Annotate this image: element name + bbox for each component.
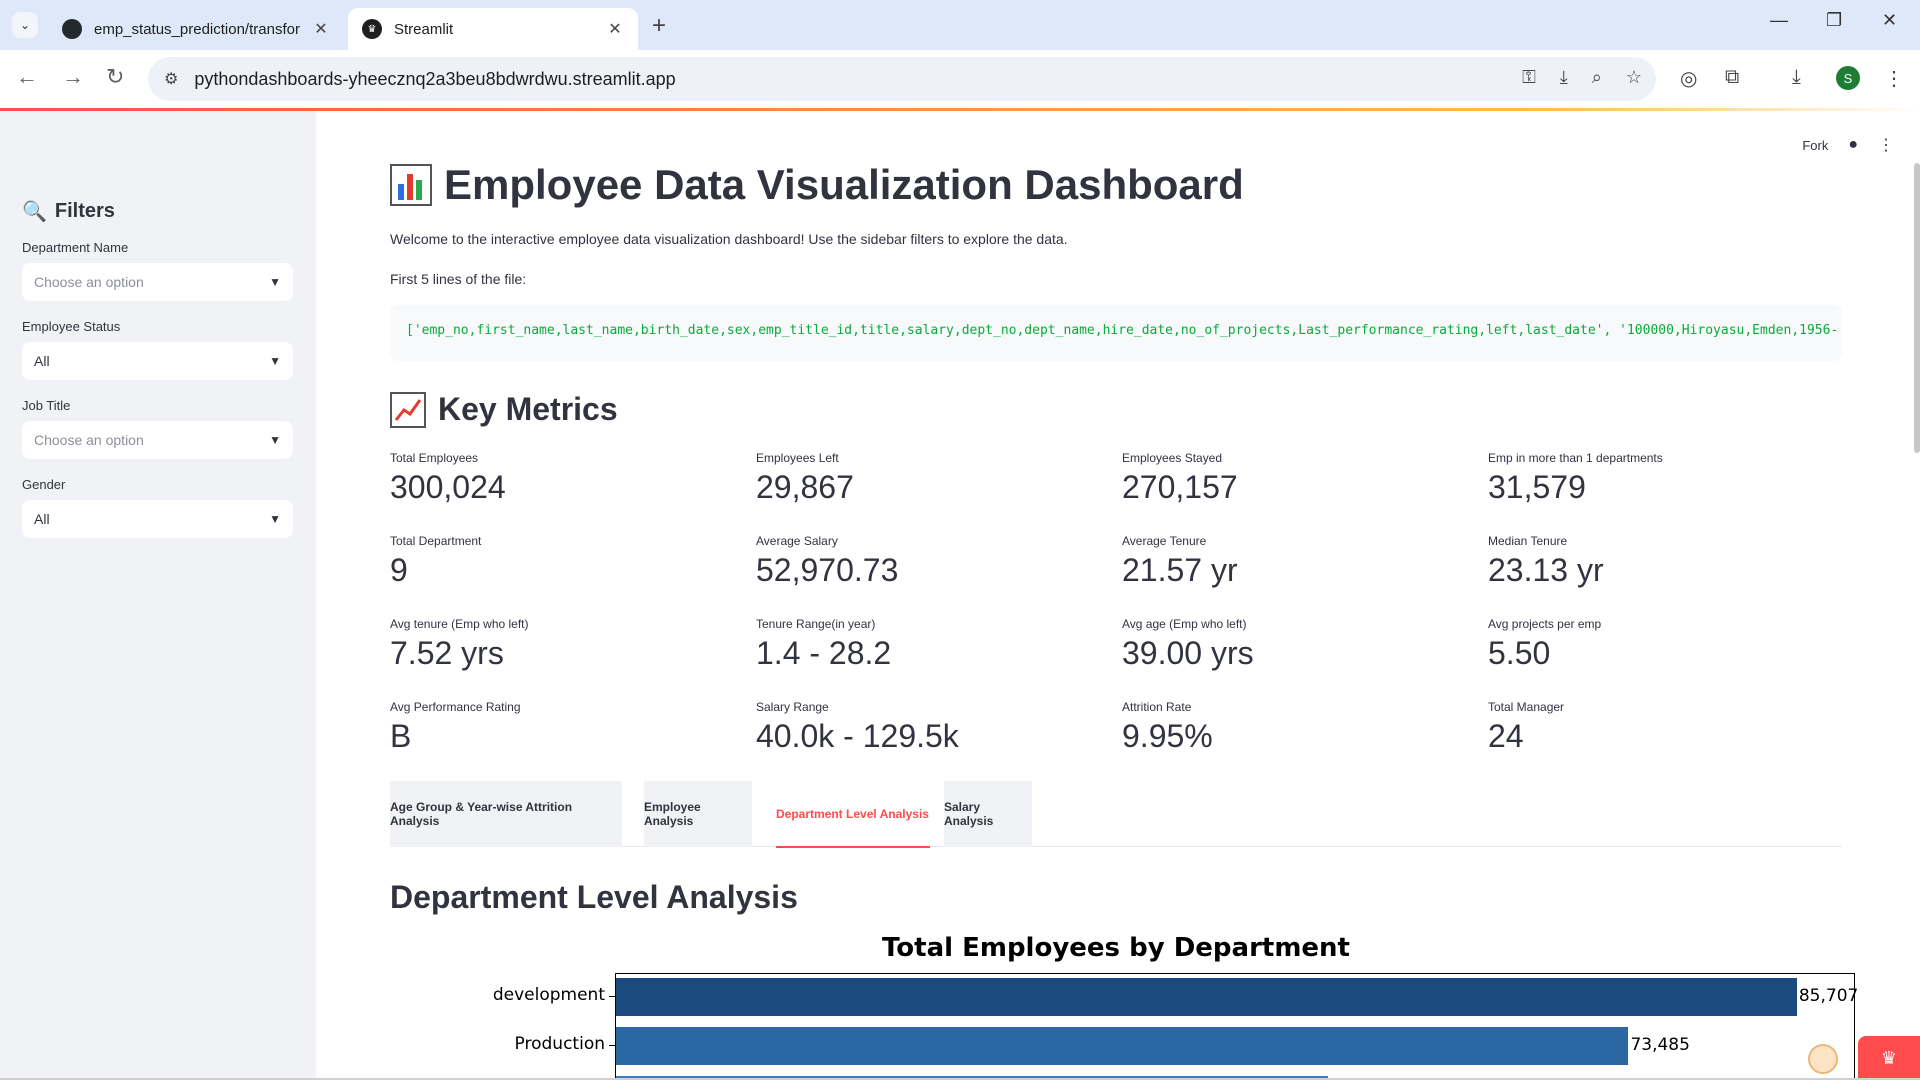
- page-scrollbar[interactable]: [1914, 163, 1920, 453]
- tab-title: Streamlit: [394, 20, 454, 38]
- job-title-filter-label: Job Title: [22, 398, 71, 413]
- downloads-icon[interactable]: ⤓: [1792, 66, 1801, 89]
- main-content: Fork ● ⋮ Employee Data Visualization Das…: [316, 111, 1920, 1080]
- category-tick-label: development: [492, 985, 605, 1005]
- fork-button[interactable]: Fork: [1802, 138, 1828, 153]
- metric-tenure-range: Tenure Range(in year) 1.4 - 28.2: [756, 617, 892, 671]
- line-chart-emoji-icon: [390, 391, 426, 428]
- extensions-puzzle-icon[interactable]: ⧉: [1725, 66, 1739, 89]
- metric-employees-left: Employees Left 29,867: [756, 451, 854, 505]
- page-title: Employee Data Visualization Dashboard: [390, 161, 1244, 209]
- browser-menu-icon[interactable]: ⋮: [1884, 66, 1904, 91]
- gender-select[interactable]: All ▼: [22, 500, 293, 538]
- tab-employee-analysis[interactable]: Employee Analysis: [644, 781, 752, 847]
- metric-total-employees: Total Employees 300,024: [390, 451, 506, 505]
- chevron-down-icon: ▼: [269, 275, 281, 289]
- chat-bubble-icon[interactable]: [1808, 1044, 1838, 1074]
- section-title: Department Level Analysis: [390, 879, 798, 915]
- metric-avg-age-left: Avg age (Emp who left) 39.00 yrs: [1122, 617, 1254, 671]
- close-tab-icon[interactable]: ✕: [312, 19, 330, 39]
- metric-average-tenure: Average Tenure 21.57 yr: [1122, 534, 1238, 588]
- chart-bar: [616, 978, 1797, 1016]
- github-favicon-icon: [62, 19, 82, 39]
- chart-title: Total Employees by Department: [882, 933, 1350, 963]
- app-toolbar: Fork ● ⋮: [1802, 135, 1894, 155]
- sidebar: 🔍 Filters Department Name Choose an opti…: [0, 111, 316, 1080]
- browser-tab-bar: ⌄ emp_status_prediction/transfor ✕ ♛ Str…: [0, 0, 1920, 50]
- code-block: ['emp_no,first_name,last_name,birth_date…: [390, 305, 1842, 361]
- window-close-icon[interactable]: ✕: [1882, 10, 1897, 31]
- restore-icon[interactable]: ❐: [1826, 10, 1842, 31]
- chevron-down-icon: ▼: [269, 512, 281, 526]
- magnifier-icon: 🔍: [22, 201, 47, 223]
- metric-avg-performance: Avg Performance Rating B: [390, 700, 521, 754]
- intro-text: Welcome to the interactive employee data…: [390, 231, 1068, 247]
- app-menu-icon[interactable]: ⋮: [1878, 135, 1894, 155]
- metric-avg-tenure-left: Avg tenure (Emp who left) 7.52 yrs: [390, 617, 529, 671]
- metric-total-manager: Total Manager 24: [1488, 700, 1565, 754]
- reload-icon[interactable]: ↻: [106, 64, 124, 90]
- browser-tab-streamlit[interactable]: ♛ Streamlit ✕: [348, 8, 638, 50]
- streamlit-favicon-icon: ♛: [362, 19, 382, 39]
- streamlit-crown-icon[interactable]: ♛: [1858, 1036, 1920, 1080]
- password-key-icon[interactable]: ⚿: [1522, 67, 1536, 88]
- job-title-select[interactable]: Choose an option ▼: [22, 421, 293, 459]
- new-tab-icon[interactable]: +: [652, 12, 666, 40]
- analysis-tabs: Age Group & Year-wise Attrition Analysis…: [390, 781, 1842, 848]
- metric-avg-projects: Avg projects per emp 5.50: [1488, 617, 1602, 671]
- employee-status-filter-label: Employee Status: [22, 319, 121, 334]
- site-info-icon[interactable]: ⚙: [164, 69, 178, 89]
- bar-value-label: 73,485: [1630, 1035, 1690, 1055]
- back-icon[interactable]: ←: [16, 64, 38, 90]
- tab-salary-analysis[interactable]: Salary Analysis: [944, 781, 1032, 847]
- minimize-icon[interactable]: —: [1770, 10, 1788, 31]
- filters-heading: 🔍 Filters: [22, 200, 115, 223]
- gender-filter-label: Gender: [22, 477, 66, 492]
- metric-total-department: Total Department 9: [390, 534, 482, 588]
- extension-icon[interactable]: ◎: [1680, 66, 1697, 91]
- metric-employees-stayed: Employees Stayed 270,157: [1122, 451, 1238, 505]
- department-filter-label: Department Name: [22, 240, 129, 255]
- y-axis-tick: [609, 1045, 615, 1046]
- chart-plot-area: 85,707 73,485: [615, 973, 1859, 1080]
- metric-attrition-rate: Attrition Rate 9.95%: [1122, 700, 1213, 754]
- install-app-icon[interactable]: ⤓: [1560, 67, 1568, 88]
- chevron-down-icon: ▼: [269, 354, 281, 368]
- profile-avatar[interactable]: S: [1836, 66, 1860, 90]
- bar-chart-emoji-icon: [390, 164, 432, 206]
- category-tick-label: Production: [514, 1034, 605, 1054]
- bookmark-star-icon[interactable]: ☆: [1626, 67, 1642, 88]
- chevron-down-icon: ▼: [269, 433, 281, 447]
- zoom-icon[interactable]: ⌕: [1592, 67, 1602, 88]
- tab-title: emp_status_prediction/transfor: [94, 20, 300, 38]
- department-select[interactable]: Choose an option ▼: [22, 263, 293, 301]
- department-bar-chart: Total Employees by Department 85,707 73,4…: [390, 933, 1858, 1080]
- github-icon[interactable]: ●: [1848, 136, 1858, 154]
- metric-salary-range: Salary Range 40.0k - 129.5k: [756, 700, 959, 754]
- address-bar[interactable]: ⚙ pythondashboards-yheecznq2a3beu8bdwrdw…: [148, 57, 1656, 101]
- bar-value-label: 85,707: [1798, 986, 1859, 1006]
- employee-status-select[interactable]: All ▼: [22, 342, 293, 380]
- tab-age-group-attrition[interactable]: Age Group & Year-wise Attrition Analysis: [390, 781, 622, 847]
- browser-tab-github[interactable]: emp_status_prediction/transfor ✕: [48, 8, 344, 50]
- metric-average-salary: Average Salary 52,970.73: [756, 534, 899, 588]
- metric-median-tenure: Median Tenure 23.13 yr: [1488, 534, 1604, 588]
- browser-toolbar: ← → ↻ ⚙ pythondashboards-yheecznq2a3beu8…: [0, 50, 1920, 108]
- first-lines-label: First 5 lines of the file:: [390, 271, 527, 287]
- forward-icon[interactable]: →: [62, 64, 84, 90]
- tab-department-level-analysis[interactable]: Department Level Analysis: [776, 781, 930, 848]
- key-metrics-heading: Key Metrics: [390, 391, 618, 428]
- y-axis-tick: [609, 996, 615, 997]
- url-text: pythondashboards-yheecznq2a3beu8bdwrdwu.…: [194, 68, 676, 89]
- close-tab-icon[interactable]: ✕: [606, 19, 624, 39]
- tab-search-chevron-icon[interactable]: ⌄: [12, 12, 38, 38]
- chart-bar: [616, 1027, 1629, 1065]
- metric-multi-department: Emp in more than 1 departments 31,579: [1488, 451, 1663, 505]
